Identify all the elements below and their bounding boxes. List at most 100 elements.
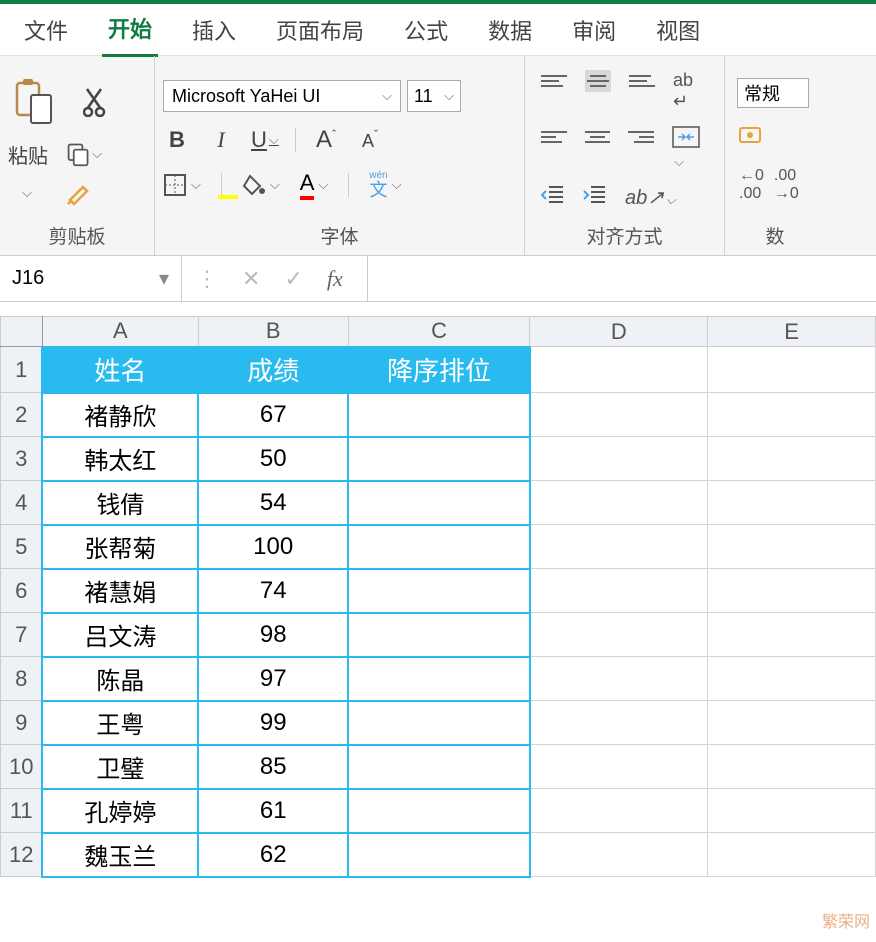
row-header[interactable]: 1 — [1, 347, 43, 393]
cell[interactable]: 张帮菊 — [42, 525, 198, 569]
cell[interactable] — [530, 525, 708, 569]
cell[interactable] — [530, 613, 708, 657]
cell[interactable] — [348, 437, 530, 481]
cell[interactable]: 50 — [198, 437, 348, 481]
cell[interactable]: 85 — [198, 745, 348, 789]
cell[interactable]: 99 — [198, 701, 348, 745]
cell[interactable]: 74 — [198, 569, 348, 613]
col-header-A[interactable]: A — [42, 317, 198, 347]
row-header[interactable]: 11 — [1, 789, 43, 833]
fx-label[interactable]: fx — [327, 266, 343, 292]
cell[interactable] — [708, 525, 876, 569]
cell[interactable] — [348, 569, 530, 613]
bold-button[interactable]: B — [163, 127, 191, 153]
cell[interactable] — [348, 789, 530, 833]
formula-input[interactable] — [367, 256, 876, 301]
cell[interactable]: 陈晶 — [42, 657, 198, 701]
underline-button[interactable]: U⌵ — [251, 127, 279, 153]
col-header-C[interactable]: C — [348, 317, 530, 347]
cell[interactable]: 吕文涛 — [42, 613, 198, 657]
cell[interactable] — [708, 613, 876, 657]
cell[interactable] — [348, 657, 530, 701]
cell[interactable]: 98 — [198, 613, 348, 657]
cell[interactable] — [708, 569, 876, 613]
cut-icon[interactable] — [78, 88, 114, 116]
cell[interactable]: 褚静欣 — [42, 393, 198, 437]
cell[interactable]: 67 — [198, 393, 348, 437]
cell[interactable]: 卫璧 — [42, 745, 198, 789]
cell[interactable] — [530, 347, 708, 393]
paste-icon[interactable] — [8, 74, 60, 130]
font-size-select[interactable]: 11 ⌵ — [407, 80, 461, 112]
font-color-button[interactable]: A ⌵ — [300, 170, 329, 200]
align-center-button[interactable] — [585, 126, 611, 148]
cell[interactable]: 王粤 — [42, 701, 198, 745]
tab-data[interactable]: 数据 — [482, 4, 538, 56]
merge-button[interactable]: ⌵ — [672, 126, 716, 171]
increase-indent-button[interactable] — [583, 185, 607, 210]
cell[interactable] — [530, 569, 708, 613]
cancel-icon[interactable]: ✕ — [242, 266, 260, 292]
cell[interactable] — [348, 525, 530, 569]
paste-dropdown[interactable]: ⌵ — [8, 179, 44, 207]
fill-color-button[interactable]: ⌵ — [242, 173, 280, 197]
cell[interactable]: 97 — [198, 657, 348, 701]
cell[interactable] — [708, 393, 876, 437]
cell[interactable]: 61 — [198, 789, 348, 833]
cell[interactable] — [708, 481, 876, 525]
cell[interactable] — [530, 657, 708, 701]
increase-font-button[interactable]: Aˆ — [312, 126, 340, 154]
cell[interactable]: 降序排位 — [348, 347, 530, 393]
select-all-corner[interactable] — [1, 317, 43, 347]
number-format-select[interactable]: 常规 — [737, 78, 809, 108]
cell[interactable]: 54 — [198, 481, 348, 525]
tab-view[interactable]: 视图 — [650, 4, 706, 56]
cell[interactable] — [530, 393, 708, 437]
paste-label[interactable]: 粘贴 — [8, 140, 48, 169]
cell[interactable]: 褚慧娟 — [42, 569, 198, 613]
row-header[interactable]: 2 — [1, 393, 43, 437]
grid[interactable]: A B C D E 1 姓名 成绩 降序排位 2褚静欣67 3韩太红50 4钱倩… — [0, 316, 876, 878]
row-header[interactable]: 12 — [1, 833, 43, 877]
align-top-button[interactable] — [541, 70, 567, 92]
decrease-font-button[interactable]: Aˇ — [356, 127, 384, 153]
decrease-indent-button[interactable] — [541, 185, 565, 210]
row-header[interactable]: 3 — [1, 437, 43, 481]
confirm-icon[interactable]: ✓ — [284, 266, 302, 292]
cell[interactable] — [530, 745, 708, 789]
decrease-decimal-button[interactable]: ←0.00 — [739, 167, 764, 203]
row-header[interactable]: 8 — [1, 657, 43, 701]
cell[interactable] — [708, 437, 876, 481]
cell[interactable]: 姓名 — [42, 347, 198, 393]
cell[interactable]: 62 — [198, 833, 348, 877]
italic-button[interactable]: I — [207, 127, 235, 153]
row-header[interactable]: 6 — [1, 569, 43, 613]
tab-formulas[interactable]: 公式 — [398, 4, 454, 56]
font-name-select[interactable]: Microsoft YaHei UI ⌵ — [163, 80, 401, 112]
cell[interactable] — [530, 481, 708, 525]
more-icon[interactable]: ⋮ — [196, 266, 218, 292]
increase-decimal-button[interactable]: .00→0 — [774, 167, 799, 203]
tab-insert[interactable]: 插入 — [186, 4, 242, 56]
cell[interactable]: 100 — [198, 525, 348, 569]
cell[interactable] — [348, 745, 530, 789]
cell[interactable]: 魏玉兰 — [42, 833, 198, 877]
accounting-format-button[interactable] — [739, 124, 765, 151]
row-header[interactable]: 10 — [1, 745, 43, 789]
cell[interactable] — [530, 701, 708, 745]
row-header[interactable]: 7 — [1, 613, 43, 657]
tab-review[interactable]: 审阅 — [566, 4, 622, 56]
cell[interactable] — [530, 833, 708, 877]
row-header[interactable]: 4 — [1, 481, 43, 525]
col-header-D[interactable]: D — [530, 317, 708, 347]
cell[interactable]: 成绩 — [198, 347, 348, 393]
cell[interactable] — [708, 789, 876, 833]
align-middle-button[interactable] — [585, 70, 611, 92]
cell[interactable] — [708, 657, 876, 701]
tab-layout[interactable]: 页面布局 — [270, 4, 370, 56]
orientation-button[interactable]: ab↗⌵ — [625, 185, 676, 210]
tab-file[interactable]: 文件 — [18, 4, 74, 56]
align-bottom-button[interactable] — [629, 70, 655, 92]
cell[interactable]: 孔婷婷 — [42, 789, 198, 833]
align-left-button[interactable] — [541, 126, 567, 148]
